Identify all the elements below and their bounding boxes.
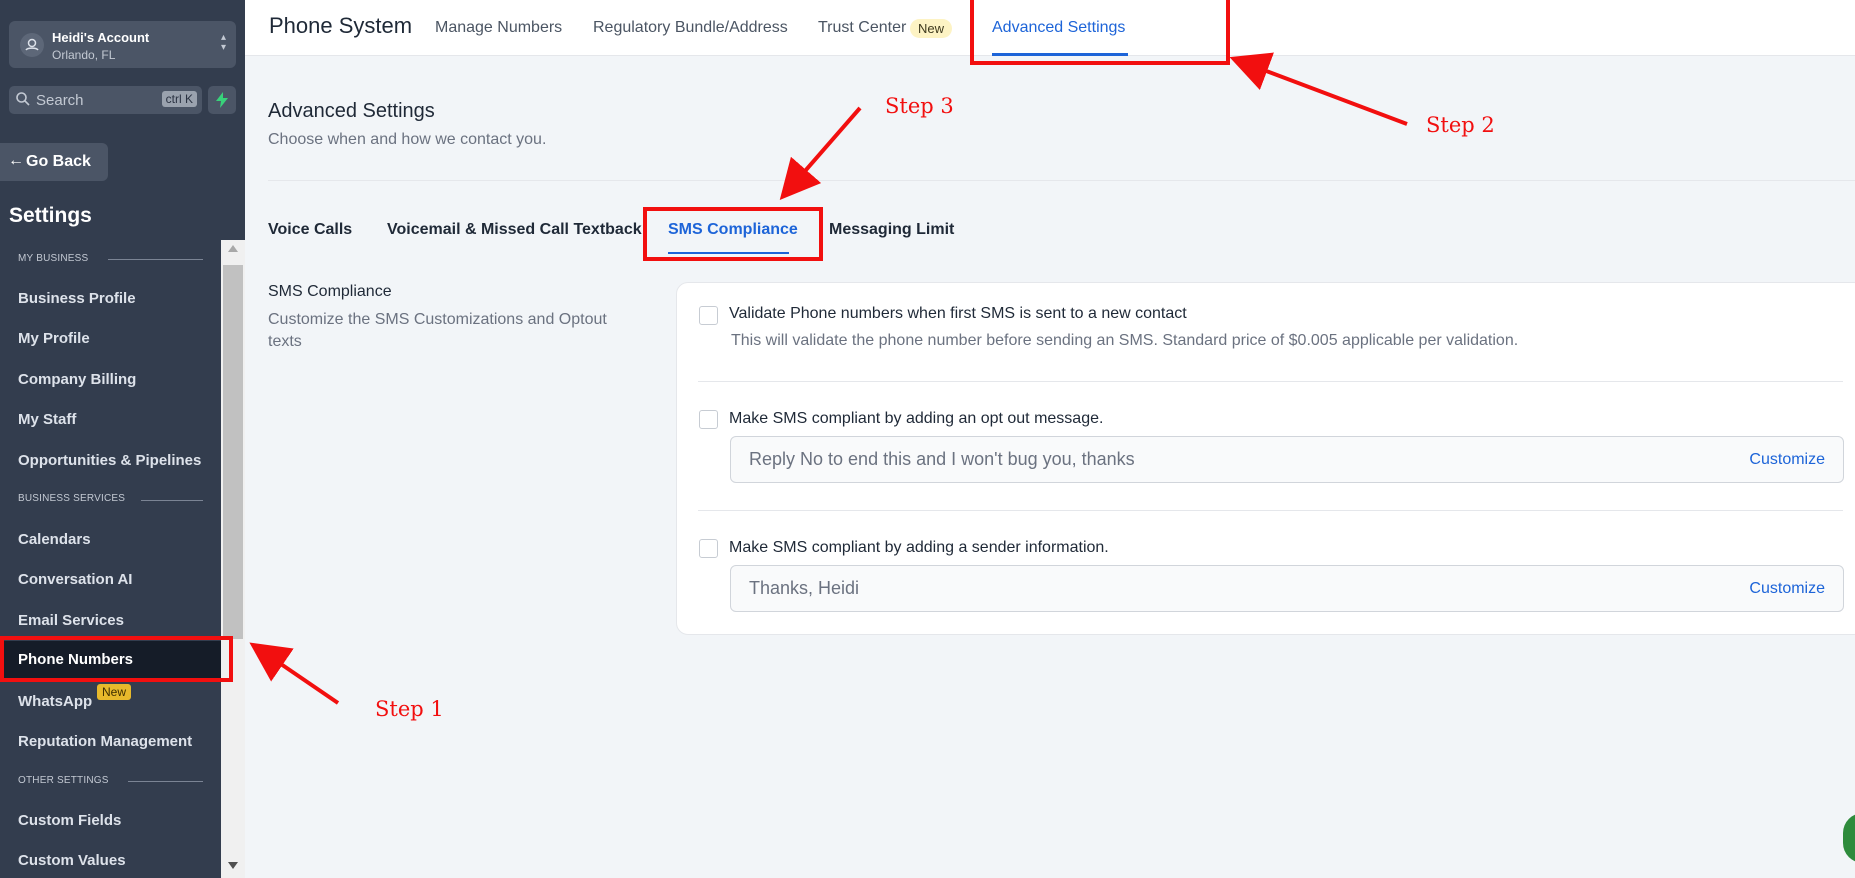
annotation-arrows: [249, 52, 1408, 705]
step3-arrow: [779, 106, 862, 201]
step1-arrow: [249, 642, 340, 705]
step2-label: Step 2: [1426, 113, 1495, 137]
step1-label: Step 1: [375, 697, 444, 721]
step3-label: Step 3: [885, 94, 954, 118]
step2-arrow: [1229, 52, 1408, 126]
